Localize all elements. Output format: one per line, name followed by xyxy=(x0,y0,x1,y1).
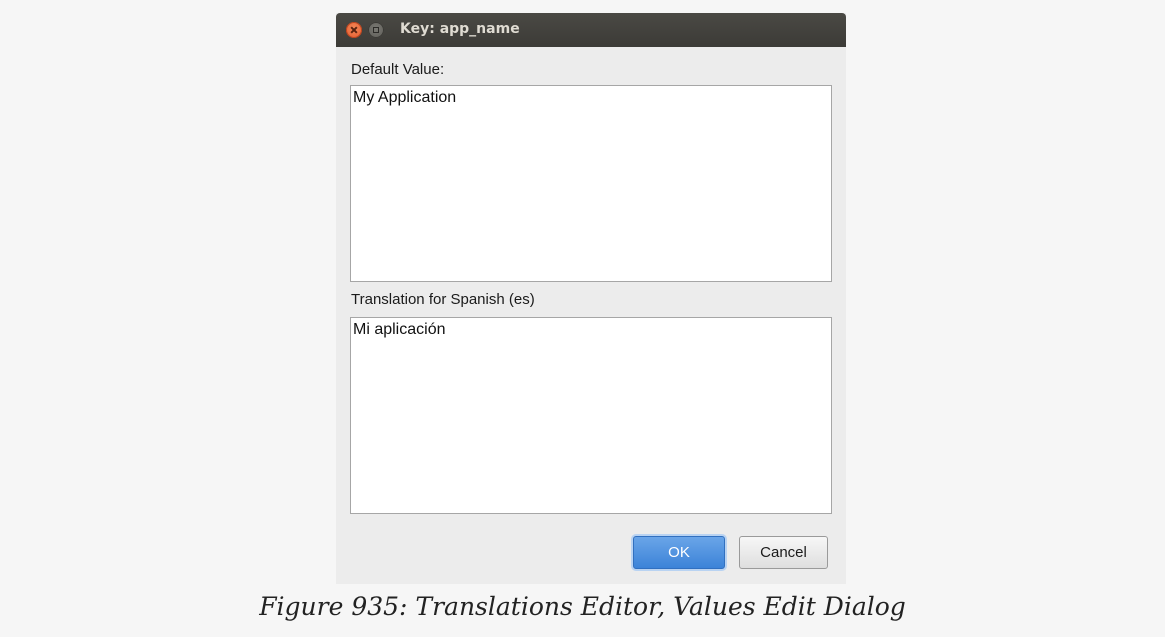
window-title: Key: app_name xyxy=(400,21,520,37)
figure-caption: Figure 935: Translations Editor, Values … xyxy=(259,592,906,621)
default-value-label: Default Value: xyxy=(351,61,445,78)
default-value-field[interactable]: My Application xyxy=(350,85,832,282)
close-icon[interactable] xyxy=(346,22,362,38)
translation-label: Translation for Spanish (es) xyxy=(351,291,535,308)
cancel-button[interactable]: Cancel xyxy=(739,536,828,569)
translation-field[interactable]: Mi aplicación xyxy=(350,317,832,514)
ok-button[interactable]: OK xyxy=(633,536,725,569)
edit-dialog: Key: app_name Default Value: My Applicat… xyxy=(336,13,846,584)
title-bar[interactable]: Key: app_name xyxy=(336,13,846,47)
maximize-icon[interactable] xyxy=(368,22,384,38)
